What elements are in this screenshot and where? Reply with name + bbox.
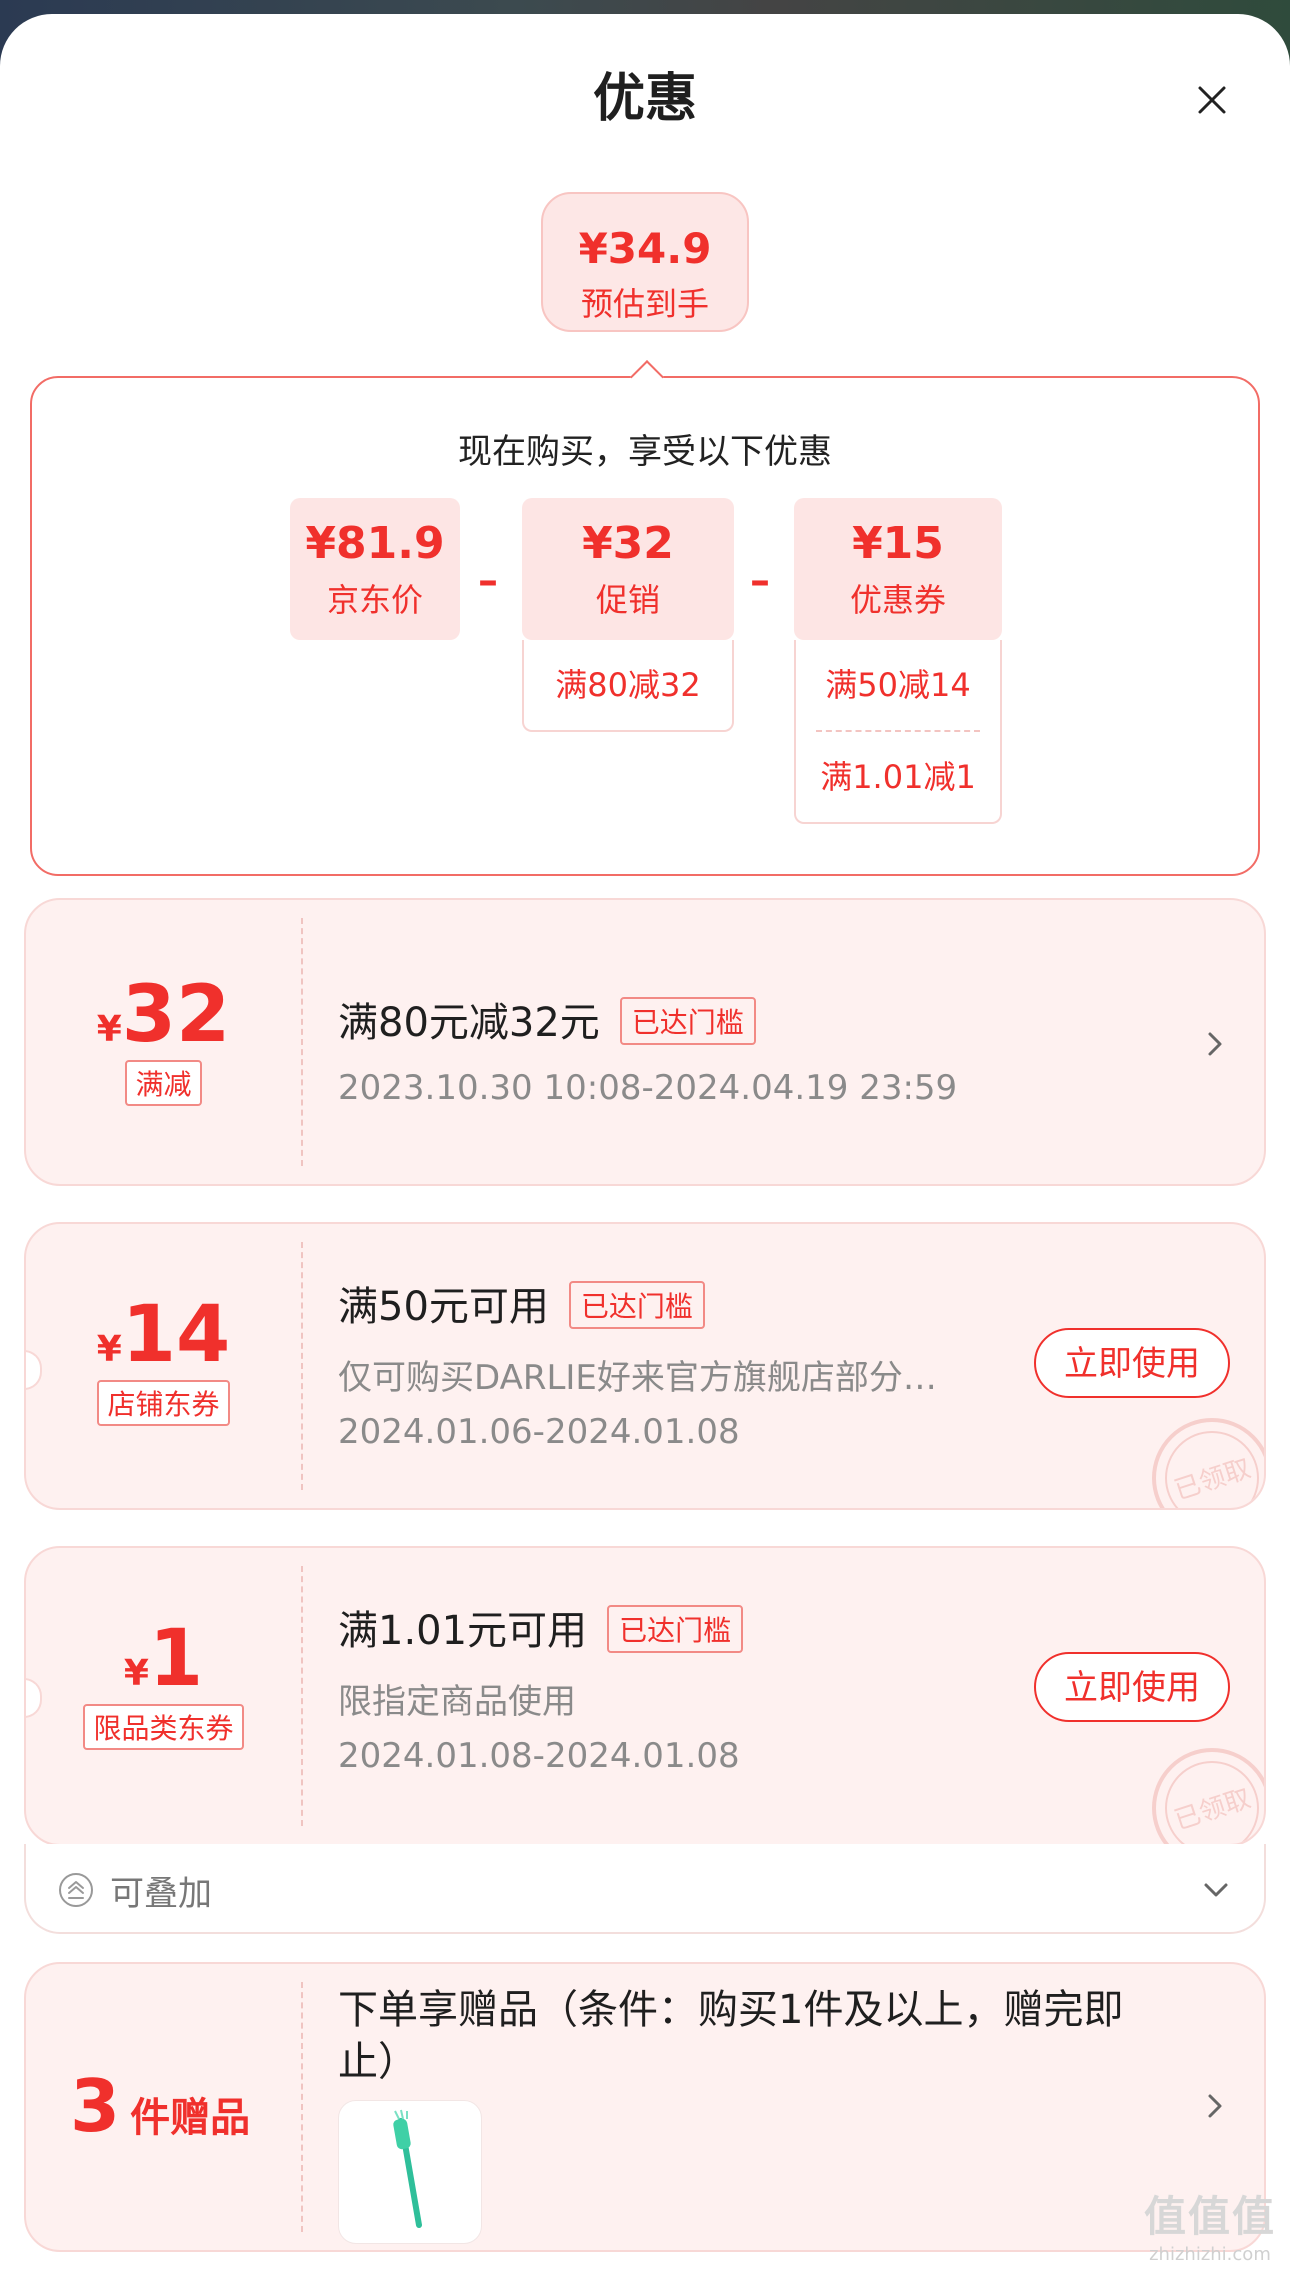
estimated-price-value: ¥34.9: [578, 224, 712, 273]
divider: [301, 1982, 303, 2232]
threshold-badge: 已达门槛: [619, 997, 756, 1045]
chevron-right-icon[interactable]: [1200, 1024, 1230, 1064]
svg-text:已领取: 已领取: [1171, 1454, 1254, 1507]
gift-count-unit: 件赠品: [130, 2095, 251, 2141]
coupon-title: 满80元减32元: [338, 1000, 600, 1046]
stackable-toggle[interactable]: 可叠加: [24, 1844, 1266, 1934]
coupon-type-tag: 满减: [125, 1060, 202, 1106]
stack-icon: [58, 1872, 94, 1908]
coupon-date: 2023.10.30 10:08-2024.04.19 23:59: [338, 1068, 958, 1108]
currency-symbol: ¥: [96, 1329, 122, 1370]
coupon-title-row: 满50元可用 已达门槛: [338, 1274, 705, 1333]
coupon-amount: ¥14: [26, 1290, 301, 1380]
close-icon[interactable]: [1182, 70, 1242, 130]
divider: [301, 918, 303, 1166]
coupon-card-category[interactable]: ¥1 限品类东券 满1.01元可用 已达门槛 限指定商品使用 2024.01.08…: [24, 1546, 1266, 1846]
threshold-badge: 已达门槛: [568, 1281, 705, 1329]
received-stamp-icon: 已领取: [1132, 1408, 1264, 1508]
minus-sign: –: [750, 558, 770, 604]
chevron-down-icon[interactable]: [1198, 1872, 1234, 1908]
jd-price-card: ¥81.9 京东价: [290, 498, 460, 640]
pointer-arrow: [630, 360, 664, 394]
gift-count-number: 3: [70, 2064, 121, 2148]
price-breakdown-box: 现在购买，享受以下优惠 ¥81.9 京东价 – ¥32 促销 满80减32 – …: [30, 360, 1260, 876]
currency-symbol: ¥: [123, 1653, 149, 1694]
gift-title: 下单享赠品（条件：购买1件及以上，赠完即止）: [338, 1987, 1124, 2085]
watermark-glyphs: 值值值: [1143, 2192, 1276, 2241]
coupon-amount: ¥1: [26, 1614, 301, 1704]
coupon-total-value: ¥15: [852, 518, 944, 569]
chevron-right-icon[interactable]: [1200, 2086, 1230, 2126]
estimated-price-label: 预估到手: [580, 285, 709, 323]
promo-value: ¥32: [582, 518, 674, 569]
coupon-amount-block: ¥1 限品类东券: [26, 1614, 301, 1750]
sheet-title: 优惠: [592, 69, 697, 129]
coupon-detail-item: 满50减14: [825, 666, 971, 704]
coupon-title: 满1.01元可用: [338, 1608, 588, 1654]
coupon-amount-number: 1: [148, 1614, 204, 1704]
gift-count: 3 件赠品: [70, 2064, 250, 2148]
breakdown-heading: 现在购买，享受以下优惠: [458, 432, 832, 472]
use-now-button[interactable]: 立即使用: [1034, 1328, 1230, 1398]
coupon-total-label: 优惠券: [849, 581, 946, 619]
svg-text:已领取: 已领取: [1171, 1784, 1254, 1837]
coupon-type-tag: 限品类东券: [83, 1704, 244, 1750]
coupon-card-store[interactable]: ¥14 店铺东券 满50元可用 已达门槛 仅可购买DARLIE好来官方旗舰店部分……: [24, 1222, 1266, 1510]
coupon-title: 满50元可用: [338, 1284, 549, 1330]
toothbrush-thumbnail[interactable]: [338, 2100, 482, 2244]
divider: [301, 1566, 303, 1826]
received-stamp-icon: 已领取: [1132, 1738, 1264, 1844]
jd-price-label: 京东价: [326, 581, 423, 619]
coupon-title-row: 满1.01元可用 已达门槛: [338, 1598, 744, 1657]
promo-detail-item: 满80减32: [555, 666, 701, 704]
stackable-label: 可叠加: [110, 1874, 212, 1914]
coupon-total-card: ¥15 优惠券: [794, 498, 1002, 640]
promo-card: ¥32 促销: [522, 498, 734, 640]
coupon-title-row: 满80元减32元 已达门槛: [338, 990, 756, 1049]
divider: [301, 1242, 303, 1490]
coupon-amount-block: ¥14 店铺东券: [26, 1290, 301, 1426]
coupon-description: 限指定商品使用: [338, 1682, 576, 1722]
gift-card[interactable]: 3 件赠品 下单享赠品（条件：购买1件及以上，赠完即止）: [24, 1962, 1266, 2252]
coupon-type-tag: 店铺东券: [97, 1380, 230, 1426]
watermark-site: zhizhizhi.com: [1149, 2244, 1271, 2265]
jd-price-value: ¥81.9: [305, 518, 445, 569]
coupon-amount-number: 14: [121, 1290, 231, 1380]
coupon-date: 2024.01.06-2024.01.08: [338, 1412, 740, 1452]
threshold-badge: 已达门槛: [607, 1605, 744, 1653]
discount-sheet: 优惠 ¥34.9 预估到手 现在购买，享受以下优惠 ¥81.9 京东价 – ¥3…: [0, 14, 1290, 2271]
coupon-amount: ¥32: [26, 970, 301, 1060]
coupon-card-promo[interactable]: ¥32 满减 满80元减32元 已达门槛 2023.10.30 10:08-202…: [24, 898, 1266, 1186]
currency-symbol: ¥: [96, 1009, 122, 1050]
coupon-amount-number: 32: [121, 970, 231, 1060]
coupon-date: 2024.01.08-2024.01.08: [338, 1736, 740, 1776]
estimated-price-badge: ¥34.9 预估到手: [541, 192, 749, 332]
coupon-details: 满50减14 满1.01减1: [794, 640, 1002, 824]
coupon-detail-item: 满1.01减1: [820, 758, 976, 796]
minus-sign: –: [478, 558, 498, 604]
promo-label: 促销: [595, 581, 660, 619]
watermark: 值值值 zhizhizhi.com: [1144, 2183, 1276, 2265]
promo-details: 满80减32: [522, 640, 734, 732]
coupon-amount-block: ¥32 满减: [26, 970, 301, 1106]
coupon-description: 仅可购买DARLIE好来官方旗舰店部分…: [338, 1358, 937, 1398]
use-now-button[interactable]: 立即使用: [1034, 1652, 1230, 1722]
